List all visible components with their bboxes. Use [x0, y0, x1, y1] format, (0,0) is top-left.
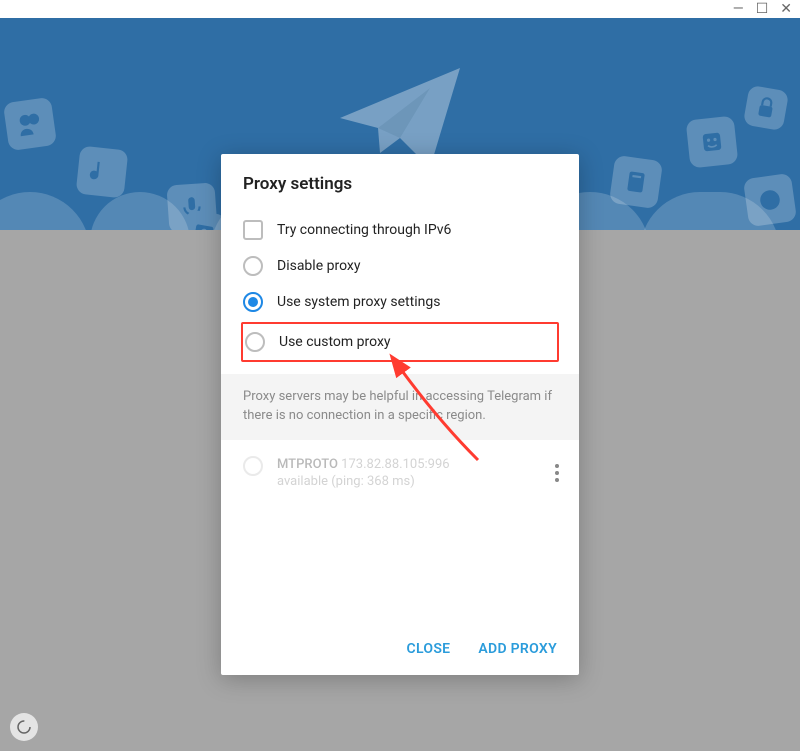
loading-indicator [10, 713, 38, 741]
option-label: Use custom proxy [279, 334, 391, 350]
option-custom-proxy[interactable]: Use custom proxy [243, 324, 557, 360]
option-system-proxy[interactable]: Use system proxy settings [243, 284, 557, 320]
close-button[interactable]: CLOSE [407, 641, 451, 657]
close-window-button[interactable]: ✕ [780, 2, 792, 16]
radio-icon-selected [243, 292, 263, 312]
maximize-button[interactable]: ☐ [756, 2, 769, 16]
option-label: Use system proxy settings [277, 294, 440, 310]
option-disable-proxy[interactable]: Disable proxy [243, 248, 557, 284]
modal-actions: CLOSE ADD PROXY [221, 627, 579, 675]
option-label: Try connecting through IPv6 [277, 222, 451, 238]
info-text: Proxy servers may be helpful in accessin… [221, 374, 579, 440]
proxy-address: 173.82.88.105:996 [341, 457, 449, 472]
annotation-highlight-box: Use custom proxy [241, 322, 559, 362]
modal-title: Proxy settings [243, 174, 557, 194]
proxy-settings-modal: Proxy settings Try connecting through IP… [221, 154, 579, 675]
checkbox-icon [243, 220, 263, 240]
radio-icon [243, 456, 263, 476]
add-proxy-button[interactable]: ADD PROXY [478, 641, 557, 657]
option-label: Disable proxy [277, 258, 360, 274]
kebab-menu-icon[interactable] [545, 458, 569, 488]
proxy-entry[interactable]: MTPROTO 173.82.88.105:996 available (pin… [221, 440, 579, 507]
window-titlebar: — ☐ ✕ [0, 0, 800, 18]
minimize-button[interactable]: — [733, 2, 744, 16]
proxy-status: available (ping: 368 ms) [277, 473, 450, 491]
radio-icon [245, 332, 265, 352]
option-ipv6[interactable]: Try connecting through IPv6 [243, 212, 557, 248]
proxy-name: MTPROTO [277, 457, 338, 472]
radio-icon [243, 256, 263, 276]
